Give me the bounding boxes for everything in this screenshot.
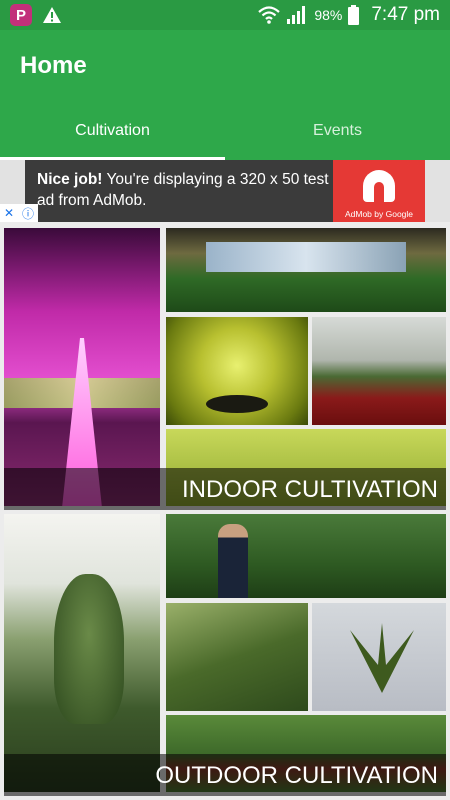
ad-text: Nice job! You're displaying a 320 x 50 t… [37, 169, 337, 211]
tab-cultivation[interactable]: Cultivation [0, 110, 225, 160]
battery-icon [348, 5, 360, 25]
battery-percent: 98% [314, 7, 343, 23]
admob-brand: AdMob by Google [344, 209, 414, 219]
ad-banner[interactable]: Nice job! You're displaying a 320 x 50 t… [0, 160, 450, 222]
ad-choices[interactable]: ✕ ⓘ [0, 204, 38, 222]
tab-bar: Cultivation Events [0, 110, 450, 160]
warning-icon [43, 7, 61, 23]
category-card-indoor[interactable]: INDOOR CULTIVATION [4, 228, 446, 510]
ad-content[interactable]: Nice job! You're displaying a 320 x 50 t… [25, 160, 425, 222]
signal-icon [287, 6, 306, 24]
indoor-photo-plant [166, 317, 308, 425]
ad-close-icon[interactable]: ✕ [4, 206, 14, 220]
app-bar: Home Cultivation Events [0, 30, 450, 160]
indoor-photo-seedlings [312, 317, 446, 425]
admob-mark-icon [363, 170, 395, 202]
outdoor-photo-officer [166, 514, 446, 598]
outdoor-photo-plant [4, 514, 160, 792]
status-bar: P 98% 7:47 pm [0, 0, 450, 30]
outdoor-photo-leaf [312, 603, 446, 711]
outdoor-photo-forest [166, 603, 308, 711]
admob-logo: AdMob by Google [333, 160, 425, 222]
clock: 7:47 pm [371, 4, 440, 25]
ad-headline: Nice job! [37, 171, 103, 188]
page-title: Home [20, 52, 87, 79]
category-label-indoor: INDOOR CULTIVATION [4, 468, 446, 510]
category-card-outdoor[interactable]: OUTDOOR CULTIVATION [4, 514, 446, 796]
ad-info-icon[interactable]: ⓘ [22, 205, 34, 222]
wifi-icon [258, 6, 281, 24]
category-label-outdoor: OUTDOOR CULTIVATION [4, 754, 446, 796]
app-notification-icon: P [10, 4, 32, 26]
tab-events[interactable]: Events [225, 110, 450, 160]
indoor-photo-grow-room [4, 228, 160, 506]
indoor-photo-tent [166, 228, 446, 312]
